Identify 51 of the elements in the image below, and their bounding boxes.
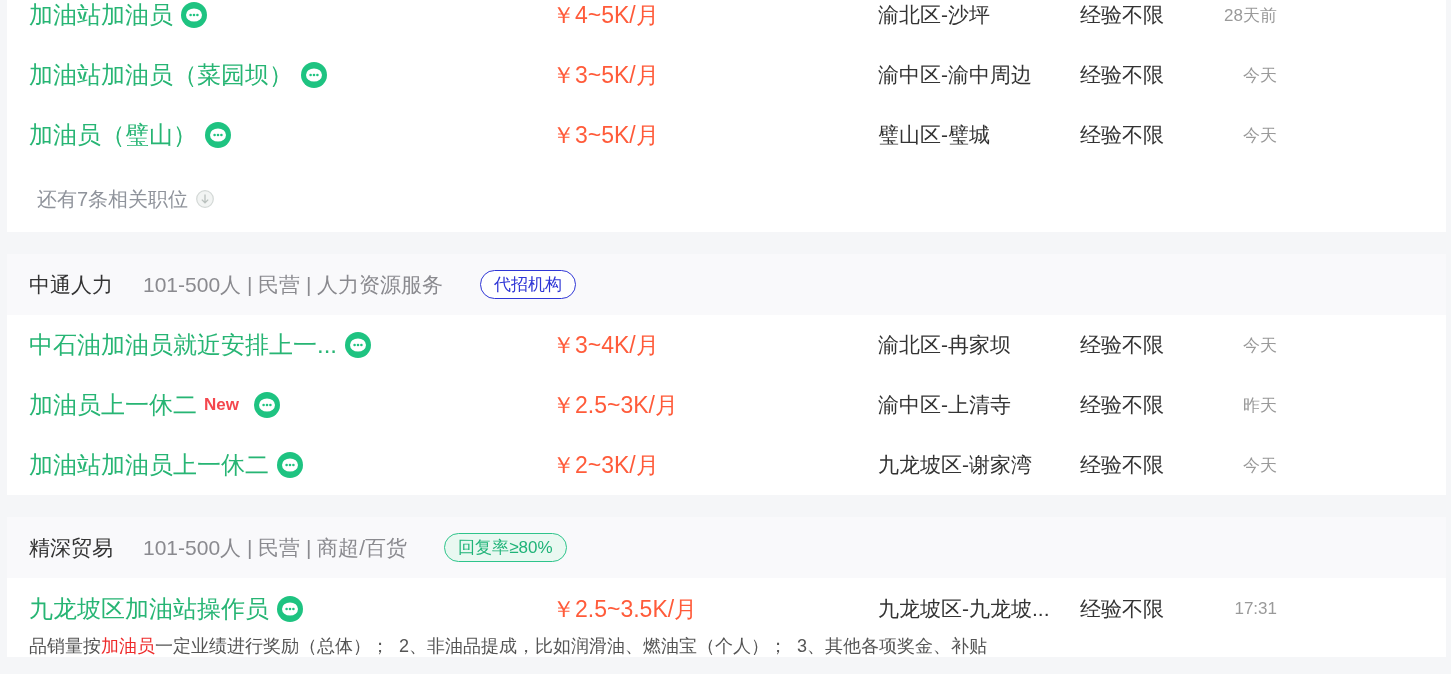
new-tag: New <box>204 395 239 415</box>
experience-text: 经验不限 <box>1080 122 1164 148</box>
job-title[interactable]: 加油员上一休二 <box>29 389 197 421</box>
chat-icon[interactable] <box>181 2 207 28</box>
company-tag: 代招机构 <box>480 270 577 299</box>
salary-text: ￥3~4K/月 <box>552 330 659 360</box>
salary-text: ￥2.5~3.5K/月 <box>552 594 698 624</box>
job-title[interactable]: 加油员（璧山） <box>29 119 197 151</box>
company-info: 101-500人 | 民营 | 商超/百货 <box>143 534 408 561</box>
experience-text: 经验不限 <box>1080 62 1164 88</box>
posted-time: 今天 <box>1243 124 1277 147</box>
chat-icon[interactable] <box>301 62 327 88</box>
location-text: 九龙坡区-谢家湾 <box>878 452 1032 478</box>
salary-text: ￥3~5K/月 <box>552 60 659 90</box>
company-name[interactable]: 中通人力 <box>29 270 113 299</box>
job-description: 品销量按加油员一定业绩进行奖励（总体）； 2、非油品提成，比如润滑油、燃油宝（个人）； 3、其他各项奖金、补贴 <box>29 636 988 657</box>
posted-time: 今天 <box>1243 334 1277 357</box>
location-text: 渝中区-上清寺 <box>878 392 1011 418</box>
job-title[interactable]: 加油站加油员上一休二 <box>29 449 269 481</box>
salary-text: ￥3~5K/月 <box>552 120 659 150</box>
company-name[interactable]: 精深贸易 <box>29 533 113 562</box>
chat-icon[interactable] <box>345 332 371 358</box>
posted-time: 今天 <box>1243 64 1277 87</box>
posted-time: 28天前 <box>1224 4 1277 27</box>
salary-text: ￥2~3K/月 <box>552 450 659 480</box>
posted-time: 昨天 <box>1243 394 1277 417</box>
location-text: 渝中区-渝中周边 <box>878 62 1032 88</box>
posted-time: 今天 <box>1243 454 1277 477</box>
job-title[interactable]: 加油站加油员 <box>29 0 173 31</box>
salary-text: ￥2.5~3K/月 <box>552 390 678 420</box>
job-title[interactable]: 加油站加油员（菜园坝） <box>29 59 293 91</box>
salary-text: ￥4~5K/月 <box>552 0 659 30</box>
more-jobs-link[interactable]: 还有7条相关职位 <box>37 187 215 211</box>
location-text: 九龙坡区-九龙坡... <box>878 596 1050 622</box>
experience-text: 经验不限 <box>1080 392 1164 418</box>
company-tag: 回复率≥80% <box>444 533 567 562</box>
posted-time: 17:31 <box>1234 599 1277 619</box>
experience-text: 经验不限 <box>1080 332 1164 358</box>
job-title[interactable]: 中石油加油员就近安排上一... <box>29 329 337 361</box>
location-text: 璧山区-璧城 <box>878 122 990 148</box>
chat-icon[interactable] <box>277 596 303 622</box>
chat-icon[interactable] <box>277 452 303 478</box>
location-text: 渝北区-冉家坝 <box>878 332 1011 358</box>
experience-text: 经验不限 <box>1080 2 1164 28</box>
chat-icon[interactable] <box>253 392 280 418</box>
job-title[interactable]: 九龙坡区加油站操作员 <box>29 593 269 625</box>
experience-text: 经验不限 <box>1080 596 1164 622</box>
location-text: 渝北区-沙坪 <box>878 2 990 28</box>
experience-text: 经验不限 <box>1080 452 1164 478</box>
chat-icon[interactable] <box>205 122 231 148</box>
company-info: 101-500人 | 民营 | 人力资源服务 <box>143 271 444 298</box>
